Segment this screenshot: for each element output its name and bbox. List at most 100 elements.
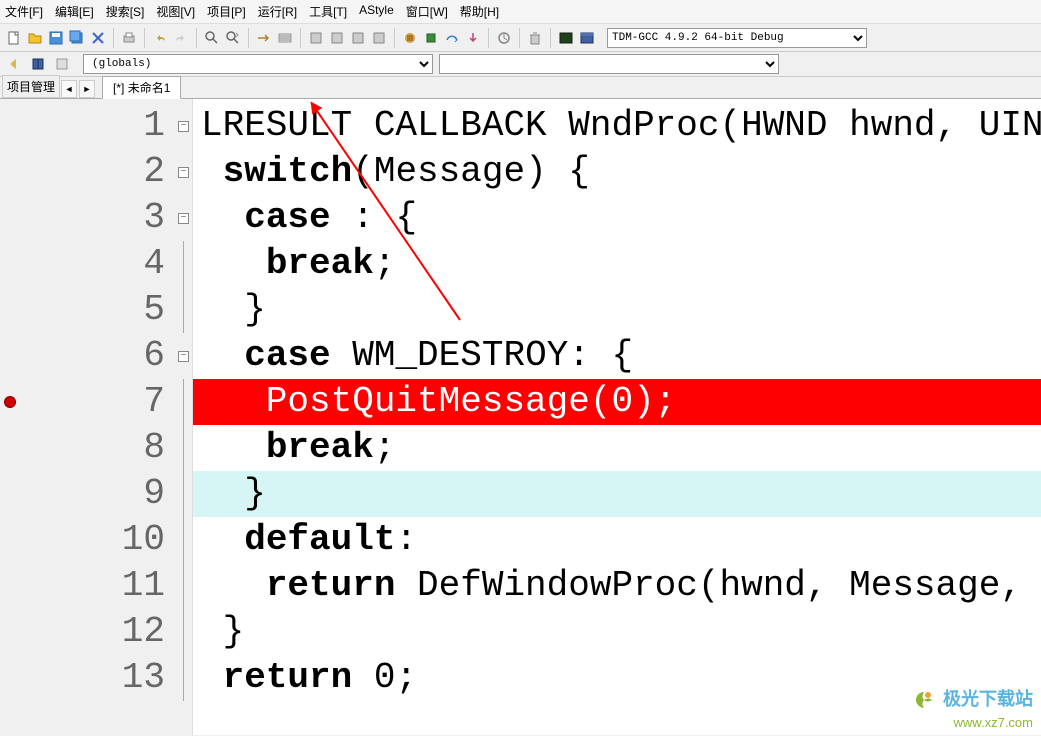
code-line[interactable]: LRESULT CALLBACK WndProc(HWND hwnd, UIN (193, 103, 1041, 149)
separator (488, 28, 489, 48)
fold-marker[interactable]: − (175, 195, 192, 241)
fold-marker[interactable] (175, 287, 192, 333)
fold-marker[interactable] (175, 609, 192, 655)
replace-icon[interactable] (224, 29, 242, 47)
line-number: 8 (0, 425, 175, 471)
new-file-icon[interactable] (5, 29, 23, 47)
fold-marker[interactable]: − (175, 149, 192, 195)
menu-search[interactable]: 搜索[S] (106, 3, 145, 20)
step-into-icon[interactable] (464, 29, 482, 47)
project-panel-label[interactable]: 项目管理 (2, 75, 60, 98)
line-number: 13 (0, 655, 175, 701)
compile-icon[interactable] (307, 29, 325, 47)
fold-marker[interactable]: − (175, 103, 192, 149)
code-line[interactable]: } (193, 471, 1041, 517)
menu-view[interactable]: 视图[V] (156, 3, 195, 20)
line-number: 10 (0, 517, 175, 563)
redo-icon[interactable] (172, 29, 190, 47)
bookmark-icon[interactable] (276, 29, 294, 47)
line-number: 12 (0, 609, 175, 655)
profile-icon[interactable] (495, 29, 513, 47)
code-line[interactable]: break; (193, 425, 1041, 471)
fold-marker[interactable] (175, 563, 192, 609)
book-icon[interactable] (29, 55, 47, 73)
menu-tools[interactable]: 工具[T] (309, 3, 347, 20)
class-browser-icon[interactable] (53, 55, 71, 73)
separator (113, 28, 114, 48)
toolbar-secondary: (globals) (0, 52, 1041, 77)
compiler-select[interactable]: TDM-GCC 4.9.2 64-bit Debug (607, 28, 867, 48)
step-over-icon[interactable] (443, 29, 461, 47)
stop-icon[interactable] (422, 29, 440, 47)
breakpoint-icon[interactable] (4, 396, 16, 408)
code-line[interactable]: case WM_DESTROY: { (193, 333, 1041, 379)
rebuild-icon[interactable] (370, 29, 388, 47)
tab-row: 项目管理 ◄ ► [*] 未命名1 (0, 77, 1041, 99)
line-number: 7 (0, 379, 175, 425)
line-number: 1 (0, 103, 175, 149)
code-line[interactable]: case : { (193, 195, 1041, 241)
fold-marker[interactable] (175, 379, 192, 425)
save-all-icon[interactable] (68, 29, 86, 47)
menu-project[interactable]: 项目[P] (207, 3, 246, 20)
open-file-icon[interactable] (26, 29, 44, 47)
menu-run[interactable]: 运行[R] (258, 3, 297, 20)
fold-marker[interactable] (175, 655, 192, 701)
menu-help[interactable]: 帮助[H] (460, 3, 499, 20)
code-line[interactable]: return DefWindowProc(hwnd, Message, (193, 563, 1041, 609)
save-icon[interactable] (47, 29, 65, 47)
tab-nav-prev[interactable]: ◄ (61, 80, 77, 98)
menu-bar: 文件[F] 编辑[E] 搜索[S] 视图[V] 项目[P] 运行[R] 工具[T… (0, 0, 1041, 24)
find-icon[interactable] (203, 29, 221, 47)
separator (394, 28, 395, 48)
separator (519, 28, 520, 48)
code-line[interactable]: return 0; (193, 655, 1041, 701)
line-number: 2 (0, 149, 175, 195)
close-icon[interactable] (89, 29, 107, 47)
delete-icon[interactable] (526, 29, 544, 47)
code-line[interactable]: switch(Message) { (193, 149, 1041, 195)
file-tab[interactable]: [*] 未命名1 (102, 76, 181, 99)
code-line[interactable]: } (193, 287, 1041, 333)
separator (248, 28, 249, 48)
fold-column: −−−− (175, 99, 193, 735)
code-area[interactable]: LRESULT CALLBACK WndProc(HWND hwnd, UIN … (193, 99, 1041, 735)
run-icon[interactable] (328, 29, 346, 47)
globals-select[interactable]: (globals) (83, 54, 433, 74)
window-icon[interactable] (578, 29, 596, 47)
print-icon[interactable] (120, 29, 138, 47)
fold-marker[interactable]: − (175, 333, 192, 379)
toolbar-main: TDM-GCC 4.9.2 64-bit Debug (0, 24, 1041, 52)
goto-icon[interactable] (255, 29, 273, 47)
tab-nav-next[interactable]: ► (79, 80, 95, 98)
line-number: 4 (0, 241, 175, 287)
menu-astyle[interactable]: AStyle (359, 3, 394, 20)
fold-marker[interactable] (175, 517, 192, 563)
line-number: 5 (0, 287, 175, 333)
line-number: 9 (0, 471, 175, 517)
fold-marker[interactable] (175, 471, 192, 517)
code-line[interactable]: default: (193, 517, 1041, 563)
separator (196, 28, 197, 48)
line-number: 11 (0, 563, 175, 609)
fold-marker[interactable] (175, 241, 192, 287)
code-line[interactable]: break; (193, 241, 1041, 287)
debug-icon[interactable] (401, 29, 419, 47)
code-line[interactable]: } (193, 609, 1041, 655)
fold-marker[interactable] (175, 425, 192, 471)
separator (550, 28, 551, 48)
members-select[interactable] (439, 54, 779, 74)
separator (300, 28, 301, 48)
line-number-gutter: 12345678910111213 (0, 99, 175, 735)
compile-run-icon[interactable] (349, 29, 367, 47)
code-line[interactable]: PostQuitMessage(0); (193, 379, 1041, 425)
nav-back-icon[interactable] (5, 55, 23, 73)
menu-file[interactable]: 文件[F] (5, 3, 43, 20)
line-number: 3 (0, 195, 175, 241)
menu-edit[interactable]: 编辑[E] (55, 3, 94, 20)
undo-icon[interactable] (151, 29, 169, 47)
menu-window[interactable]: 窗口[W] (406, 3, 448, 20)
line-number: 6 (0, 333, 175, 379)
terminal-icon[interactable] (557, 29, 575, 47)
code-editor[interactable]: 12345678910111213 −−−− LRESULT CALLBACK … (0, 99, 1041, 735)
